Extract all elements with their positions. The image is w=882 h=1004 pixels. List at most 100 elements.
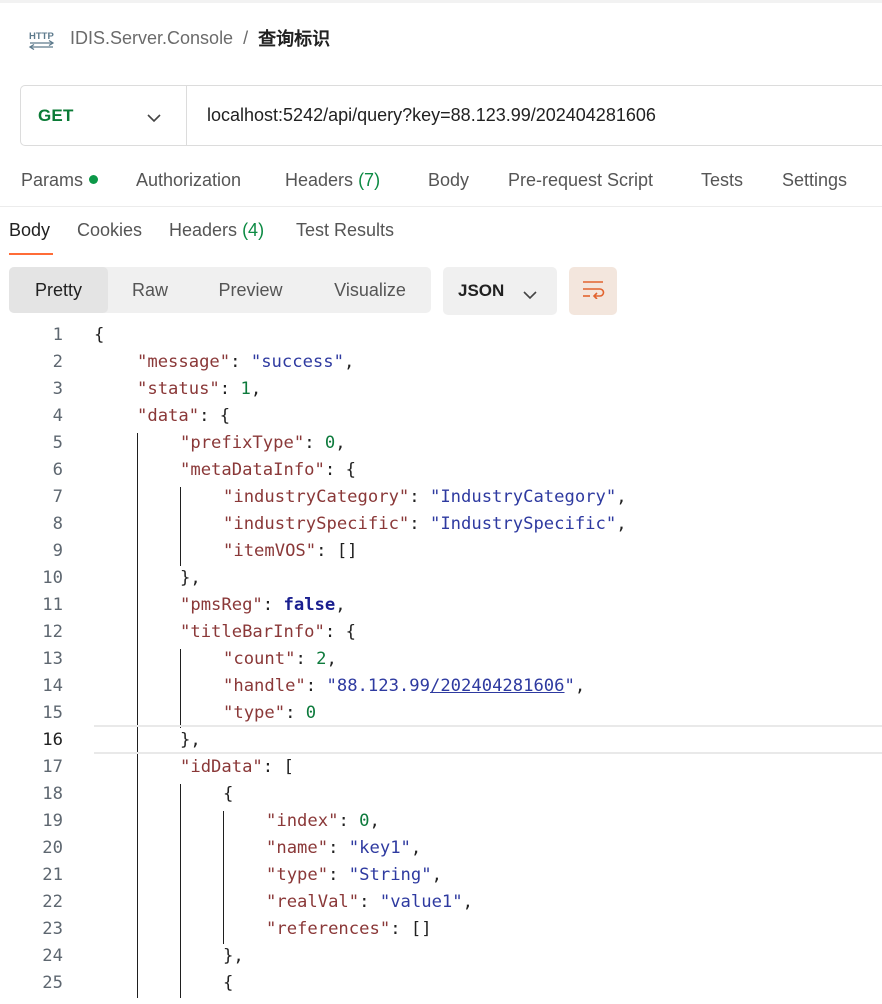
wrap-lines-button[interactable] (569, 267, 617, 315)
json-value[interactable]: /202404281606 (430, 676, 565, 696)
line-number: 19 (42, 811, 63, 831)
line-number: 9 (52, 541, 63, 561)
format-label: JSON (458, 281, 505, 300)
json-punctuation: : (230, 352, 251, 372)
json-punctuation: }, (223, 946, 244, 966)
line-number: 18 (42, 784, 63, 804)
code-line: 4 "data": { (0, 403, 882, 430)
line-number: 25 (42, 973, 63, 993)
method-select[interactable]: GET (21, 86, 187, 145)
json-punctuation: , (335, 595, 346, 615)
json-punctuation: : { (324, 460, 356, 480)
tab-cookies[interactable]: Cookies (77, 220, 142, 241)
line-number: 12 (42, 622, 63, 642)
line-number: 3 (52, 379, 63, 399)
code-text: "name": "key1", (266, 835, 421, 862)
tab-response-headers[interactable]: Headers (4) (169, 220, 264, 241)
chevron-down-icon (523, 285, 537, 305)
code-text: { (223, 781, 233, 808)
line-number: 13 (42, 649, 63, 669)
json-value: "IndustryCategory" (429, 487, 617, 507)
line-number: 10 (42, 568, 63, 588)
tab-count: (7) (358, 170, 381, 190)
json-punctuation: : (305, 676, 327, 696)
code-line: 20 "name": "key1", (0, 835, 882, 862)
json-punctuation: , (616, 514, 627, 534)
http-icon: HTTP (28, 24, 56, 52)
view-raw-button[interactable]: Raw (108, 267, 192, 313)
json-punctuation: , (326, 649, 337, 669)
line-number: 23 (42, 919, 63, 939)
line-number: 20 (42, 838, 63, 858)
code-line: 19 "index": 0, (0, 808, 882, 835)
json-punctuation: { (223, 973, 234, 993)
json-punctuation: , (410, 838, 422, 858)
tab-response-body[interactable]: Body (9, 220, 50, 241)
json-key: "name" (266, 838, 329, 858)
line-number: 11 (42, 595, 63, 615)
tab-label: Params (21, 170, 84, 190)
code-text: { (94, 322, 104, 349)
json-key: "message" (137, 352, 231, 372)
active-tab-indicator (9, 253, 53, 255)
request-name[interactable]: 查询标识 (258, 25, 330, 51)
tab-params[interactable]: Params (21, 170, 99, 191)
tab-settings[interactable]: Settings (782, 170, 847, 191)
url-input[interactable]: localhost:5242/api/query?key=88.123.99/2… (187, 105, 656, 126)
tab-authorization[interactable]: Authorization (136, 170, 241, 191)
json-key: "count" (223, 649, 296, 669)
view-visualize-button[interactable]: Visualize (309, 267, 431, 313)
code-line: 23 "references": [] (0, 916, 882, 943)
tab-body[interactable]: Body (428, 170, 469, 191)
tab-tests[interactable]: Tests (701, 170, 743, 191)
code-line: 24}, (0, 943, 882, 970)
code-text: "type": "String", (266, 862, 442, 889)
json-punctuation: , (462, 892, 473, 912)
line-number: 24 (42, 946, 63, 966)
code-text: "data": { (137, 403, 230, 430)
json-punctuation: : { (199, 406, 231, 426)
breadcrumb-collection[interactable]: IDIS.Server.Console (70, 28, 233, 49)
code-text: "realVal": "value1", (266, 889, 473, 916)
line-number: 14 (42, 676, 63, 696)
breadcrumb: HTTP IDIS.Server.Console / 查询标识 (28, 24, 330, 52)
code-line: 3 "status": 1, (0, 376, 882, 403)
json-punctuation: , (250, 379, 262, 399)
code-line: 8 "industrySpecific": "IndustrySpecific", (0, 511, 882, 538)
request-tabs: Params Authorization Headers (7) Body Pr… (0, 166, 882, 207)
json-punctuation: { (223, 784, 234, 804)
json-punctuation: : [] (390, 919, 432, 939)
json-punctuation: , (369, 811, 380, 831)
indent-guide (180, 487, 181, 566)
json-punctuation: , (574, 676, 586, 696)
json-key: "type" (266, 865, 329, 885)
json-key: "references" (266, 919, 391, 939)
json-punctuation: , (335, 433, 346, 453)
format-select[interactable]: JSON (443, 267, 557, 315)
line-number: 22 (42, 892, 63, 912)
line-number: 6 (52, 460, 63, 480)
url-bar: GET localhost:5242/api/query?key=88.123.… (20, 85, 882, 146)
json-punctuation: : [ (262, 757, 294, 777)
json-punctuation: : (409, 514, 430, 534)
code-text: "message": "success", (137, 349, 354, 376)
code-text: "references": [] (266, 916, 432, 943)
tab-pre-request-script[interactable]: Pre-request Script (508, 170, 653, 191)
tab-label: Headers (285, 170, 354, 190)
tab-test-results[interactable]: Test Results (296, 220, 394, 241)
tab-headers[interactable]: Headers (7) (285, 170, 380, 191)
json-value: "String" (348, 865, 432, 885)
line-number: 4 (52, 406, 63, 426)
view-pretty-button[interactable]: Pretty (9, 267, 108, 313)
json-punctuation: : (304, 433, 325, 453)
json-value: "success" (250, 352, 344, 372)
json-punctuation: , (343, 352, 355, 372)
view-preview-button[interactable]: Preview (192, 267, 309, 313)
json-key: "itemVOS" (223, 541, 317, 561)
json-value: " (564, 676, 575, 696)
chevron-down-icon (147, 110, 161, 128)
code-line: 11 "pmsReg": false, (0, 592, 882, 619)
code-line: 13 "count": 2, (0, 646, 882, 673)
tab-count: (4) (242, 220, 265, 240)
code-line: 5 "prefixType": 0, (0, 430, 882, 457)
